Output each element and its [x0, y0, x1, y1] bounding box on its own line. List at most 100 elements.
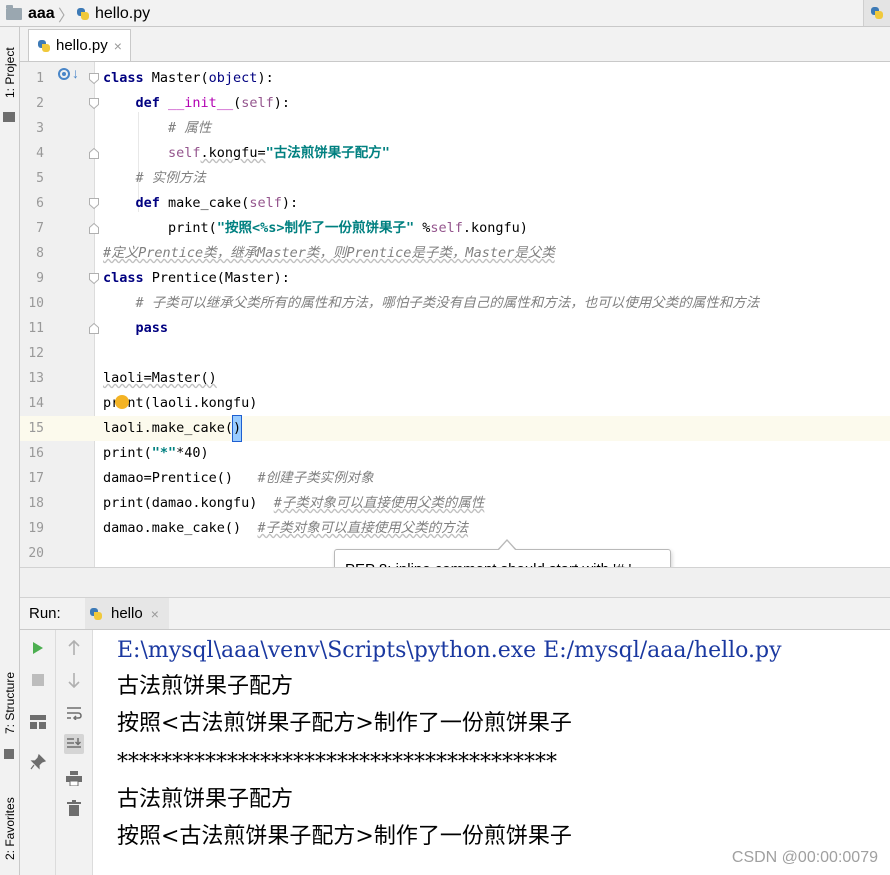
code-text: class Prentice(Master):	[103, 270, 290, 286]
rerun-button[interactable]	[28, 638, 48, 658]
code-text: # 实例方法	[135, 170, 206, 186]
code-line-8[interactable]: 8 #定义Prentice类，继承Master类，则Prentice是子类，Ma…	[20, 241, 890, 266]
code-line-16[interactable]: 16 print("*"*40)	[20, 441, 890, 466]
tooltip-arrow-fill	[498, 541, 516, 551]
code-text: print(damao.kongfu) #子类对象可以直接使用父类的属性	[103, 495, 485, 511]
code-text: damao=Prentice() #创建子类实例对象	[103, 470, 374, 486]
close-icon[interactable]: ×	[151, 606, 159, 622]
code-line-3[interactable]: 3 # 属性	[20, 116, 890, 141]
line-number: 18	[28, 496, 44, 511]
code-line-7[interactable]: 7 print("按照<%s>制作了一份煎饼果子" %self.kongfu)	[20, 216, 890, 241]
code-text: def __init__(self):	[135, 95, 290, 111]
code-line-14[interactable]: 14 print(laoli.kongfu)	[20, 391, 890, 416]
console-line: 古法煎饼果子配方	[117, 787, 294, 812]
console-line: ****************************************	[117, 750, 557, 775]
code-line-1[interactable]: 1 class Master(object):	[20, 66, 890, 91]
code-line-6[interactable]: 6 def make_cake(self):	[20, 191, 890, 216]
line-number: 9	[36, 271, 44, 286]
run-config-button[interactable]	[863, 0, 890, 26]
code-line-19[interactable]: 19 damao.make_cake() #子类对象可以直接使用父类的方法	[20, 516, 890, 541]
breadcrumb-file-label: hello.py	[95, 4, 151, 22]
code-editor[interactable]: ↓ 1 class Master(object): 2 def __init__…	[20, 62, 890, 567]
line-number: 3	[36, 121, 44, 136]
breadcrumb-file[interactable]: hello.py	[76, 0, 150, 27]
code-line-9[interactable]: 9 class Prentice(Master):	[20, 266, 890, 291]
code-line-15[interactable]: 15 laoli.make_cake()	[20, 415, 890, 442]
python-icon	[89, 607, 103, 621]
line-number: 6	[36, 196, 44, 211]
code-text: print("*"*40)	[103, 445, 209, 461]
arrow-down-icon	[68, 673, 80, 688]
console-line: 按照<古法煎饼果子配方>制作了一份煎饼果子	[117, 824, 572, 849]
line-number: 15	[28, 421, 44, 436]
fold-open-icon[interactable]	[89, 98, 99, 109]
scroll-down-button[interactable]	[64, 670, 84, 690]
intention-bulb-icon[interactable]	[115, 395, 129, 409]
text-cursor-selection[interactable]: )	[232, 415, 243, 442]
run-tab-hello[interactable]: hello ×	[85, 598, 169, 629]
project-folder-icon	[3, 112, 15, 122]
line-number: 17	[28, 471, 44, 486]
pin-icon	[30, 754, 46, 770]
structure-icon	[4, 749, 14, 759]
project-tool-tab[interactable]: 1: Project	[0, 37, 20, 109]
code-line-10[interactable]: 10 # 子类可以继承父类所有的属性和方法，哪怕子类没有自己的属性和方法，也可以…	[20, 291, 890, 316]
left-tool-strip: 1: Project 7: Structure 2: Favorites	[0, 27, 20, 875]
navigation-bar: aaa 〉 hello.py	[0, 0, 890, 27]
stop-icon	[32, 674, 44, 686]
line-number: 13	[28, 371, 44, 386]
code-line-11[interactable]: 11 pass	[20, 316, 890, 341]
fold-close-icon[interactable]	[89, 323, 99, 334]
play-icon	[33, 642, 43, 654]
run-tool-header: Run: hello ×	[20, 598, 890, 630]
code-text: # 子类可以继承父类所有的属性和方法，哪怕子类没有自己的属性和方法，也可以使用父…	[135, 295, 760, 311]
scroll-up-button[interactable]	[64, 638, 84, 658]
structure-tool-tab[interactable]: 7: Structure	[0, 663, 20, 743]
code-text: self.kongfu="古法煎饼果子配方"	[168, 145, 390, 161]
line-number: 11	[28, 321, 44, 336]
favorites-tool-tab[interactable]: 2: Favorites	[0, 789, 20, 869]
console-line: E:\mysql\aaa\venv\Scripts\python.exe E:/…	[117, 638, 782, 663]
code-line-12[interactable]: 12	[20, 341, 890, 366]
code-text: print("按照<%s>制作了一份煎饼果子" %self.kongfu)	[168, 220, 528, 236]
restore-layout-button[interactable]	[28, 712, 48, 732]
fold-close-icon[interactable]	[89, 148, 99, 159]
watermark-text: CSDN @00:00:0079	[731, 849, 878, 866]
code-text: #定义Prentice类，继承Master类，则Prentice是子类，Mast…	[103, 245, 555, 261]
run-console-output[interactable]: E:\mysql\aaa\venv\Scripts\python.exe E:/…	[93, 630, 890, 875]
code-text: # 属性	[168, 120, 212, 136]
soft-wrap-button[interactable]	[64, 703, 84, 723]
fold-open-icon[interactable]	[89, 73, 99, 84]
breadcrumb-project[interactable]: aaa	[6, 0, 55, 27]
folder-icon	[6, 4, 22, 20]
code-area[interactable]: 1 class Master(object): 2 def __init__(s…	[20, 62, 890, 567]
panel-splitter[interactable]	[20, 567, 890, 598]
run-toolbar-secondary	[56, 630, 93, 875]
wrap-icon	[67, 707, 82, 720]
clear-all-button[interactable]	[64, 798, 84, 818]
code-line-5[interactable]: 5 # 实例方法	[20, 166, 890, 191]
line-number: 12	[28, 346, 44, 361]
close-icon[interactable]: ×	[114, 38, 122, 54]
code-text: laoli=Master()	[103, 370, 217, 386]
pin-tab-button[interactable]	[28, 752, 48, 772]
code-line-4[interactable]: 4 self.kongfu="古法煎饼果子配方"	[20, 141, 890, 166]
fold-open-icon[interactable]	[89, 198, 99, 209]
code-text: def make_cake(self):	[135, 195, 299, 211]
python-file-icon	[76, 7, 90, 21]
fold-open-icon[interactable]	[89, 273, 99, 284]
arrow-up-icon	[68, 640, 80, 655]
print-button[interactable]	[64, 768, 84, 788]
fold-close-icon[interactable]	[89, 223, 99, 234]
line-number: 8	[36, 246, 44, 261]
code-line-13[interactable]: 13 laoli=Master()	[20, 366, 890, 391]
code-text: class Master(object):	[103, 70, 274, 86]
tab-hello-py[interactable]: hello.py ×	[28, 29, 131, 61]
code-line-17[interactable]: 17 damao=Prentice() #创建子类实例对象	[20, 466, 890, 491]
code-line-18[interactable]: 18 print(damao.kongfu) #子类对象可以直接使用父类的属性	[20, 491, 890, 516]
stop-button[interactable]	[28, 670, 48, 690]
code-line-2[interactable]: 2 def __init__(self):	[20, 91, 890, 116]
scroll-to-end-button[interactable]	[64, 734, 84, 754]
python-icon	[870, 6, 884, 20]
line-number: 5	[36, 171, 44, 186]
